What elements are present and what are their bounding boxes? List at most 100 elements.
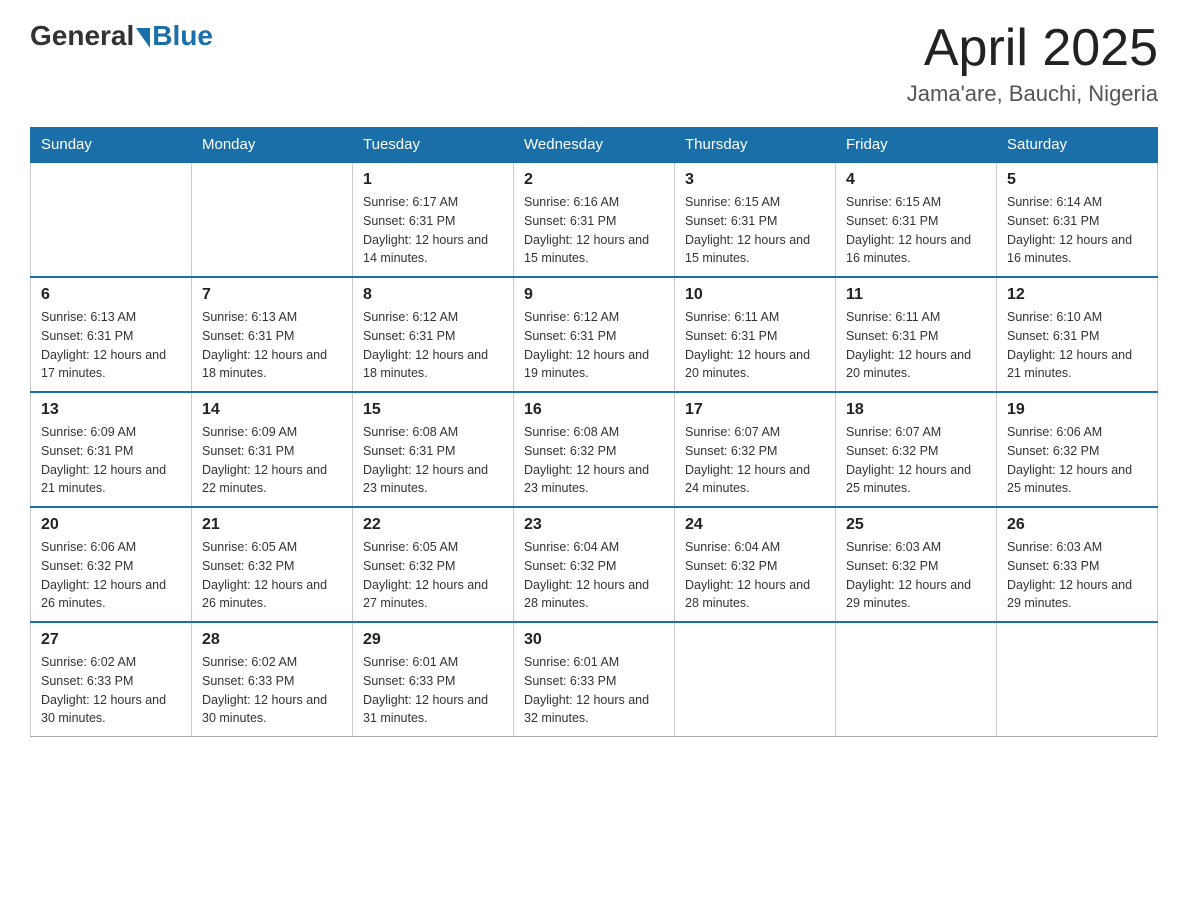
day-info: Sunrise: 6:08 AMSunset: 6:32 PMDaylight:…	[524, 423, 664, 498]
logo-arrow-icon	[136, 28, 150, 48]
calendar-cell: 11 Sunrise: 6:11 AMSunset: 6:31 PMDayligh…	[836, 277, 997, 392]
calendar-cell: 28 Sunrise: 6:02 AMSunset: 6:33 PMDayligh…	[192, 622, 353, 737]
week-row: 6 Sunrise: 6:13 AMSunset: 6:31 PMDaylight…	[31, 277, 1158, 392]
day-of-week-header: Sunday	[31, 128, 192, 163]
location-title: Jama'are, Bauchi, Nigeria	[907, 81, 1158, 107]
calendar-cell: 14 Sunrise: 6:09 AMSunset: 6:31 PMDayligh…	[192, 392, 353, 507]
day-info: Sunrise: 6:12 AMSunset: 6:31 PMDaylight:…	[524, 308, 664, 383]
day-info: Sunrise: 6:04 AMSunset: 6:32 PMDaylight:…	[685, 538, 825, 613]
calendar-cell: 23 Sunrise: 6:04 AMSunset: 6:32 PMDayligh…	[514, 507, 675, 622]
day-number: 15	[363, 401, 503, 419]
week-row: 27 Sunrise: 6:02 AMSunset: 6:33 PMDayligh…	[31, 622, 1158, 737]
month-title: April 2025	[907, 20, 1158, 77]
day-number: 3	[685, 171, 825, 189]
day-number: 16	[524, 401, 664, 419]
day-number: 2	[524, 171, 664, 189]
day-info: Sunrise: 6:09 AMSunset: 6:31 PMDaylight:…	[202, 423, 342, 498]
day-header-row: SundayMondayTuesdayWednesdayThursdayFrid…	[31, 128, 1158, 163]
calendar-cell: 27 Sunrise: 6:02 AMSunset: 6:33 PMDayligh…	[31, 622, 192, 737]
day-info: Sunrise: 6:13 AMSunset: 6:31 PMDaylight:…	[202, 308, 342, 383]
title-block: April 2025 Jama'are, Bauchi, Nigeria	[907, 20, 1158, 107]
day-number: 12	[1007, 286, 1147, 304]
calendar-cell: 26 Sunrise: 6:03 AMSunset: 6:33 PMDayligh…	[997, 507, 1158, 622]
calendar-cell: 5Sunrise: 6:14 AMSunset: 6:31 PMDaylight…	[997, 162, 1158, 277]
day-number: 21	[202, 516, 342, 534]
day-info: Sunrise: 6:01 AMSunset: 6:33 PMDaylight:…	[524, 653, 664, 728]
day-info: Sunrise: 6:11 AMSunset: 6:31 PMDaylight:…	[846, 308, 986, 383]
day-info: Sunrise: 6:16 AMSunset: 6:31 PMDaylight:…	[524, 193, 664, 268]
calendar-cell: 6 Sunrise: 6:13 AMSunset: 6:31 PMDaylight…	[31, 277, 192, 392]
day-number: 10	[685, 286, 825, 304]
logo-general-text: General	[30, 20, 134, 52]
calendar-cell: 1Sunrise: 6:17 AMSunset: 6:31 PMDaylight…	[353, 162, 514, 277]
day-of-week-header: Saturday	[997, 128, 1158, 163]
day-info: Sunrise: 6:06 AMSunset: 6:32 PMDaylight:…	[41, 538, 181, 613]
day-info: Sunrise: 6:17 AMSunset: 6:31 PMDaylight:…	[363, 193, 503, 268]
day-of-week-header: Monday	[192, 128, 353, 163]
day-info: Sunrise: 6:04 AMSunset: 6:32 PMDaylight:…	[524, 538, 664, 613]
day-number: 22	[363, 516, 503, 534]
day-info: Sunrise: 6:13 AMSunset: 6:31 PMDaylight:…	[41, 308, 181, 383]
calendar-cell: 4Sunrise: 6:15 AMSunset: 6:31 PMDaylight…	[836, 162, 997, 277]
day-number: 9	[524, 286, 664, 304]
day-number: 7	[202, 286, 342, 304]
calendar-cell: 2 Sunrise: 6:16 AMSunset: 6:31 PMDaylight…	[514, 162, 675, 277]
day-number: 26	[1007, 516, 1147, 534]
day-number: 29	[363, 631, 503, 649]
page-header: General Blue April 2025 Jama'are, Bauchi…	[30, 20, 1158, 107]
day-of-week-header: Tuesday	[353, 128, 514, 163]
week-row: 13Sunrise: 6:09 AMSunset: 6:31 PMDayligh…	[31, 392, 1158, 507]
calendar-cell	[675, 622, 836, 737]
day-number: 19	[1007, 401, 1147, 419]
calendar-cell	[997, 622, 1158, 737]
day-info: Sunrise: 6:11 AMSunset: 6:31 PMDaylight:…	[685, 308, 825, 383]
week-row: 1Sunrise: 6:17 AMSunset: 6:31 PMDaylight…	[31, 162, 1158, 277]
day-number: 24	[685, 516, 825, 534]
calendar-cell: 8 Sunrise: 6:12 AMSunset: 6:31 PMDaylight…	[353, 277, 514, 392]
calendar-cell: 24 Sunrise: 6:04 AMSunset: 6:32 PMDayligh…	[675, 507, 836, 622]
calendar-cell: 9 Sunrise: 6:12 AMSunset: 6:31 PMDaylight…	[514, 277, 675, 392]
day-info: Sunrise: 6:15 AMSunset: 6:31 PMDaylight:…	[685, 193, 825, 268]
calendar-cell	[836, 622, 997, 737]
day-info: Sunrise: 6:09 AMSunset: 6:31 PMDaylight:…	[41, 423, 181, 498]
calendar-table: SundayMondayTuesdayWednesdayThursdayFrid…	[30, 127, 1158, 737]
day-number: 25	[846, 516, 986, 534]
day-number: 11	[846, 286, 986, 304]
day-number: 23	[524, 516, 664, 534]
day-info: Sunrise: 6:03 AMSunset: 6:33 PMDaylight:…	[1007, 538, 1147, 613]
day-number: 17	[685, 401, 825, 419]
day-number: 27	[41, 631, 181, 649]
day-info: Sunrise: 6:14 AMSunset: 6:31 PMDaylight:…	[1007, 193, 1147, 268]
week-row: 20 Sunrise: 6:06 AMSunset: 6:32 PMDayligh…	[31, 507, 1158, 622]
calendar-cell: 3 Sunrise: 6:15 AMSunset: 6:31 PMDaylight…	[675, 162, 836, 277]
calendar-cell: 30 Sunrise: 6:01 AMSunset: 6:33 PMDayligh…	[514, 622, 675, 737]
calendar-cell: 18Sunrise: 6:07 AMSunset: 6:32 PMDayligh…	[836, 392, 997, 507]
day-number: 8	[363, 286, 503, 304]
calendar-cell: 16 Sunrise: 6:08 AMSunset: 6:32 PMDayligh…	[514, 392, 675, 507]
day-number: 14	[202, 401, 342, 419]
day-info: Sunrise: 6:01 AMSunset: 6:33 PMDaylight:…	[363, 653, 503, 728]
day-info: Sunrise: 6:07 AMSunset: 6:32 PMDaylight:…	[685, 423, 825, 498]
day-number: 20	[41, 516, 181, 534]
day-of-week-header: Wednesday	[514, 128, 675, 163]
calendar-cell: 19Sunrise: 6:06 AMSunset: 6:32 PMDayligh…	[997, 392, 1158, 507]
day-of-week-header: Thursday	[675, 128, 836, 163]
logo: General Blue	[30, 20, 213, 52]
calendar-cell: 21Sunrise: 6:05 AMSunset: 6:32 PMDayligh…	[192, 507, 353, 622]
calendar-cell: 20 Sunrise: 6:06 AMSunset: 6:32 PMDayligh…	[31, 507, 192, 622]
day-number: 30	[524, 631, 664, 649]
day-info: Sunrise: 6:10 AMSunset: 6:31 PMDaylight:…	[1007, 308, 1147, 383]
day-info: Sunrise: 6:03 AMSunset: 6:32 PMDaylight:…	[846, 538, 986, 613]
calendar-cell: 25 Sunrise: 6:03 AMSunset: 6:32 PMDayligh…	[836, 507, 997, 622]
day-number: 6	[41, 286, 181, 304]
calendar-cell: 10 Sunrise: 6:11 AMSunset: 6:31 PMDayligh…	[675, 277, 836, 392]
day-info: Sunrise: 6:02 AMSunset: 6:33 PMDaylight:…	[202, 653, 342, 728]
day-info: Sunrise: 6:07 AMSunset: 6:32 PMDaylight:…	[846, 423, 986, 498]
day-number: 28	[202, 631, 342, 649]
calendar-cell: 7 Sunrise: 6:13 AMSunset: 6:31 PMDaylight…	[192, 277, 353, 392]
day-info: Sunrise: 6:12 AMSunset: 6:31 PMDaylight:…	[363, 308, 503, 383]
day-number: 4	[846, 171, 986, 189]
day-info: Sunrise: 6:02 AMSunset: 6:33 PMDaylight:…	[41, 653, 181, 728]
calendar-cell: 17 Sunrise: 6:07 AMSunset: 6:32 PMDayligh…	[675, 392, 836, 507]
calendar-cell: 12 Sunrise: 6:10 AMSunset: 6:31 PMDayligh…	[997, 277, 1158, 392]
